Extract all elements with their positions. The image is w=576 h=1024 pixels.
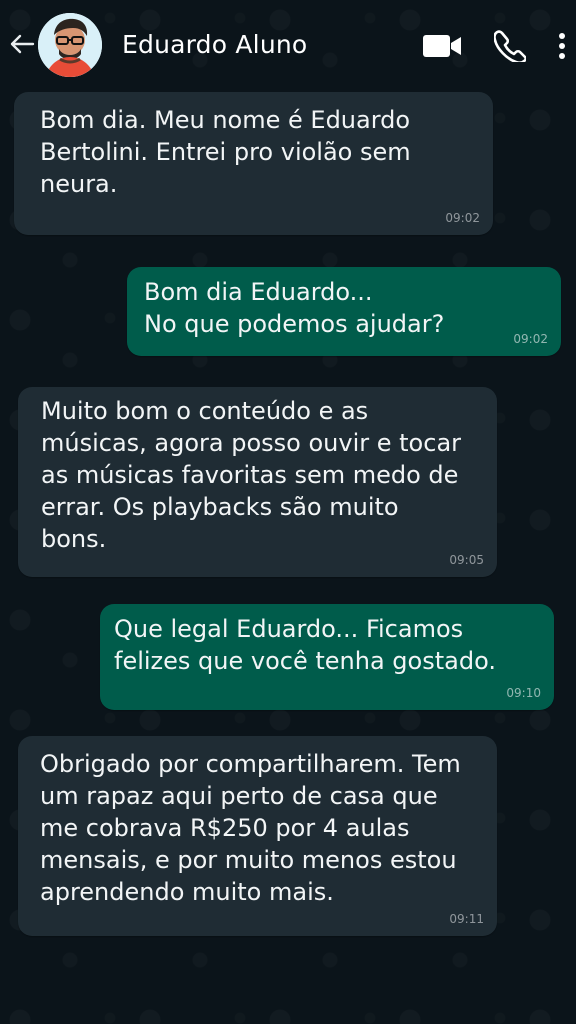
phone-icon xyxy=(493,29,527,65)
chat-header: Eduardo Aluno xyxy=(0,0,576,92)
message-time: 09:02 xyxy=(445,211,480,225)
arrow-left-icon xyxy=(6,29,36,62)
back-button[interactable] xyxy=(6,30,36,60)
message-text: Bom dia Eduardo... No que podemos ajudar… xyxy=(144,278,445,338)
message-text: Bom dia. Meu nome é Eduardo Bertolini. E… xyxy=(40,106,411,198)
message-bubble-outgoing[interactable]: Que legal Eduardo... Ficamos felizes que… xyxy=(100,604,554,710)
message-bubble-incoming[interactable]: Muito bom o conteúdo e as músicas, agora… xyxy=(18,387,497,577)
message-text: Que legal Eduardo... Ficamos felizes que… xyxy=(114,615,496,675)
message-bubble-incoming[interactable]: Obrigado por compartilharem. Tem um rapa… xyxy=(18,736,497,936)
contact-photo xyxy=(38,13,102,77)
message-bubble-incoming[interactable]: Bom dia. Meu nome é Eduardo Bertolini. E… xyxy=(14,92,493,235)
message-time: 09:11 xyxy=(449,912,484,926)
message-time: 09:10 xyxy=(506,686,541,700)
contact-avatar[interactable] xyxy=(38,13,102,77)
message-bubble-outgoing[interactable]: Bom dia Eduardo... No que podemos ajudar… xyxy=(127,267,561,356)
voice-call-button[interactable] xyxy=(493,29,527,65)
video-call-button[interactable] xyxy=(420,30,464,64)
message-text: Obrigado por compartilharem. Tem um rapa… xyxy=(40,750,461,906)
contact-name[interactable]: Eduardo Aluno xyxy=(122,30,307,60)
video-camera-icon xyxy=(421,31,463,64)
more-vertical-icon xyxy=(558,31,566,64)
message-time: 09:05 xyxy=(449,553,484,567)
message-time: 09:02 xyxy=(513,332,548,346)
menu-button[interactable] xyxy=(550,30,574,64)
message-text: Muito bom o conteúdo e as músicas, agora… xyxy=(41,397,462,553)
